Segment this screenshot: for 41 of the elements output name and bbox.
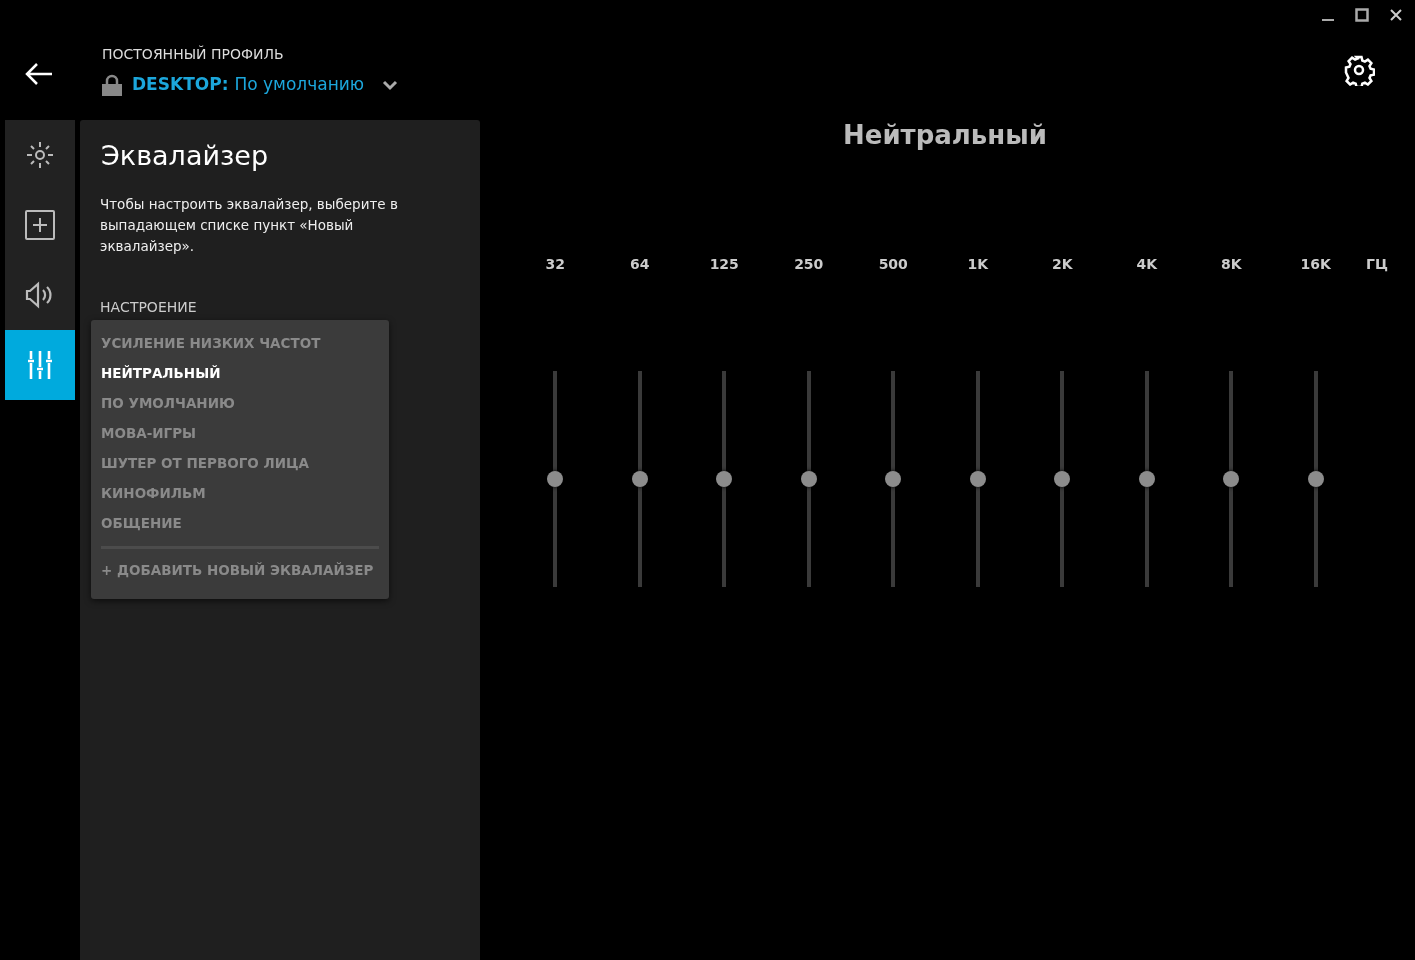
- slider-thumb[interactable]: [1138, 471, 1155, 488]
- profile-selector[interactable]: DESKTOP: По умолчанию: [132, 72, 365, 98]
- preset-option[interactable]: УСИЛЕНИЕ НИЗКИХ ЧАСТОТ: [101, 328, 321, 359]
- preset-title: Нейтральный: [842, 120, 1048, 152]
- slider-thumb[interactable]: [631, 471, 648, 488]
- add-equalizer-option[interactable]: + ДОБАВИТЬ НОВЫЙ ЭКВАЛАЙЗЕР: [101, 555, 374, 586]
- panel-description: Чтобы настроить эквалайзер, выберите в выпадающем списке пункт «Новый эквалайзер».: [100, 195, 399, 257]
- frequency-label: 4K: [1136, 255, 1158, 275]
- slider-thumb[interactable]: [1307, 471, 1324, 488]
- maximize-icon[interactable]: [1355, 8, 1369, 22]
- unit-label: ГЦ: [1366, 255, 1388, 275]
- profile-label: ПОСТОЯННЫЙ ПРОФИЛЬ: [102, 44, 284, 64]
- back-arrow-icon[interactable]: [24, 62, 54, 86]
- preset-option[interactable]: ШУТЕР ОТ ПЕРВОГО ЛИЦА: [101, 448, 309, 479]
- slider-thumb[interactable]: [1223, 471, 1240, 488]
- preset-option[interactable]: ОБЩЕНИЕ: [101, 508, 182, 539]
- frequency-label: 16K: [1300, 255, 1331, 275]
- preset-option[interactable]: MOBA-ИГРЫ: [101, 418, 197, 449]
- frequency-label: 2K: [1051, 255, 1073, 275]
- frequency-label: 32: [545, 255, 565, 275]
- preset-option[interactable]: НЕЙТРАЛЬНЫЙ: [101, 358, 221, 389]
- frequency-label: 64: [630, 255, 650, 275]
- chevron-down-icon[interactable]: [382, 78, 399, 91]
- slider-thumb[interactable]: [969, 471, 986, 488]
- frequency-label: 250: [794, 255, 824, 275]
- panel-title: Эквалайзер: [101, 140, 270, 173]
- preset-option[interactable]: КИНОФИЛЬМ: [101, 478, 206, 509]
- frequency-label: 500: [878, 255, 908, 275]
- slider-thumb[interactable]: [547, 471, 564, 488]
- frequency-label: 8K: [1220, 255, 1242, 275]
- slider-thumb[interactable]: [1054, 471, 1071, 488]
- plus-square-icon: [23, 208, 57, 242]
- frequency-label: 125: [709, 255, 739, 275]
- slider-thumb[interactable]: [885, 471, 902, 488]
- preset-option[interactable]: ПО УМОЛЧАНИЮ: [101, 388, 235, 419]
- section-label: НАСТРОЕНИЕ: [100, 298, 198, 318]
- settings-icon[interactable]: [1343, 54, 1375, 86]
- frequency-label: 1K: [967, 255, 989, 275]
- close-icon[interactable]: [1389, 8, 1403, 22]
- slider-thumb[interactable]: [800, 471, 817, 488]
- slider-thumb[interactable]: [716, 471, 733, 488]
